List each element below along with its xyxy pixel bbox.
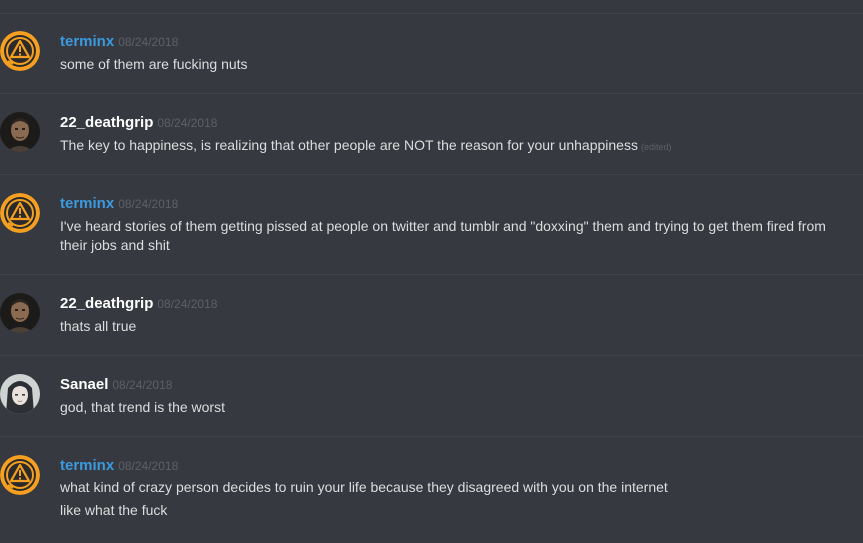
message-divider	[0, 13, 863, 14]
message-divider	[0, 93, 863, 94]
timestamp: 08/24/2018	[112, 378, 173, 392]
message-header: terminx 08/24/2018	[60, 457, 178, 475]
message-list: terminx 08/24/2018 some of them are fucki…	[0, 0, 863, 543]
avatar-terminx[interactable]	[0, 193, 40, 233]
timestamp: 08/24/2018	[118, 459, 179, 473]
message-line-text: The key to happiness, is realizing that …	[60, 137, 638, 153]
message-divider	[0, 274, 863, 275]
avatar-22-deathgrip[interactable]	[0, 112, 40, 152]
username[interactable]: terminx	[60, 33, 114, 50]
message-header: terminx 08/24/2018	[60, 195, 178, 213]
soldier-portrait	[0, 293, 40, 333]
message-line: like what the fuck	[60, 502, 168, 518]
message-line: what kind of crazy person decides to rui…	[60, 479, 668, 495]
anime-girl-portrait	[0, 374, 40, 414]
warning-orange-icon	[0, 193, 40, 233]
message-header: Sanael 08/24/2018	[60, 376, 172, 394]
message-divider	[0, 436, 863, 437]
message-line: god, that trend is the worst	[60, 399, 225, 415]
message-text: some of them are fucking nuts	[60, 55, 850, 74]
timestamp: 08/24/2018	[157, 116, 218, 130]
message-text: what kind of crazy person decides to rui…	[60, 478, 850, 520]
username[interactable]: terminx	[60, 457, 114, 474]
soldier-portrait	[0, 112, 40, 152]
username[interactable]: Sanael	[60, 376, 108, 393]
message-divider	[0, 355, 863, 356]
message-line: thats all true	[60, 318, 137, 334]
warning-orange-icon	[0, 455, 40, 495]
edited-label: (edited)	[640, 142, 672, 152]
avatar-terminx[interactable]	[0, 31, 40, 71]
timestamp: 08/24/2018	[118, 35, 179, 49]
message-text: I've heard stories of them getting pisse…	[60, 217, 850, 255]
username[interactable]: 22_deathgrip	[60, 295, 153, 312]
timestamp: 08/24/2018	[118, 197, 179, 211]
message-text: The key to happiness, is realizing that …	[60, 136, 850, 157]
message-text: god, that trend is the worst	[60, 398, 850, 417]
message-line: I've heard stories of them getting pisse…	[60, 218, 826, 253]
username[interactable]: 22_deathgrip	[60, 114, 153, 131]
message-line: The key to happiness, is realizing that …	[60, 136, 850, 157]
timestamp: 08/24/2018	[157, 297, 218, 311]
message-header: 22_deathgrip 08/24/2018	[60, 295, 217, 313]
warning-orange-icon	[0, 31, 40, 71]
message-line: some of them are fucking nuts	[60, 56, 248, 72]
avatar-22-deathgrip[interactable]	[0, 293, 40, 333]
username[interactable]: terminx	[60, 195, 114, 212]
message-text: thats all true	[60, 317, 850, 336]
avatar-sanael[interactable]	[0, 374, 40, 414]
message-header: 22_deathgrip 08/24/2018	[60, 114, 217, 132]
avatar-terminx[interactable]	[0, 455, 40, 495]
message-divider	[0, 174, 863, 175]
message-header: terminx 08/24/2018	[60, 33, 178, 51]
